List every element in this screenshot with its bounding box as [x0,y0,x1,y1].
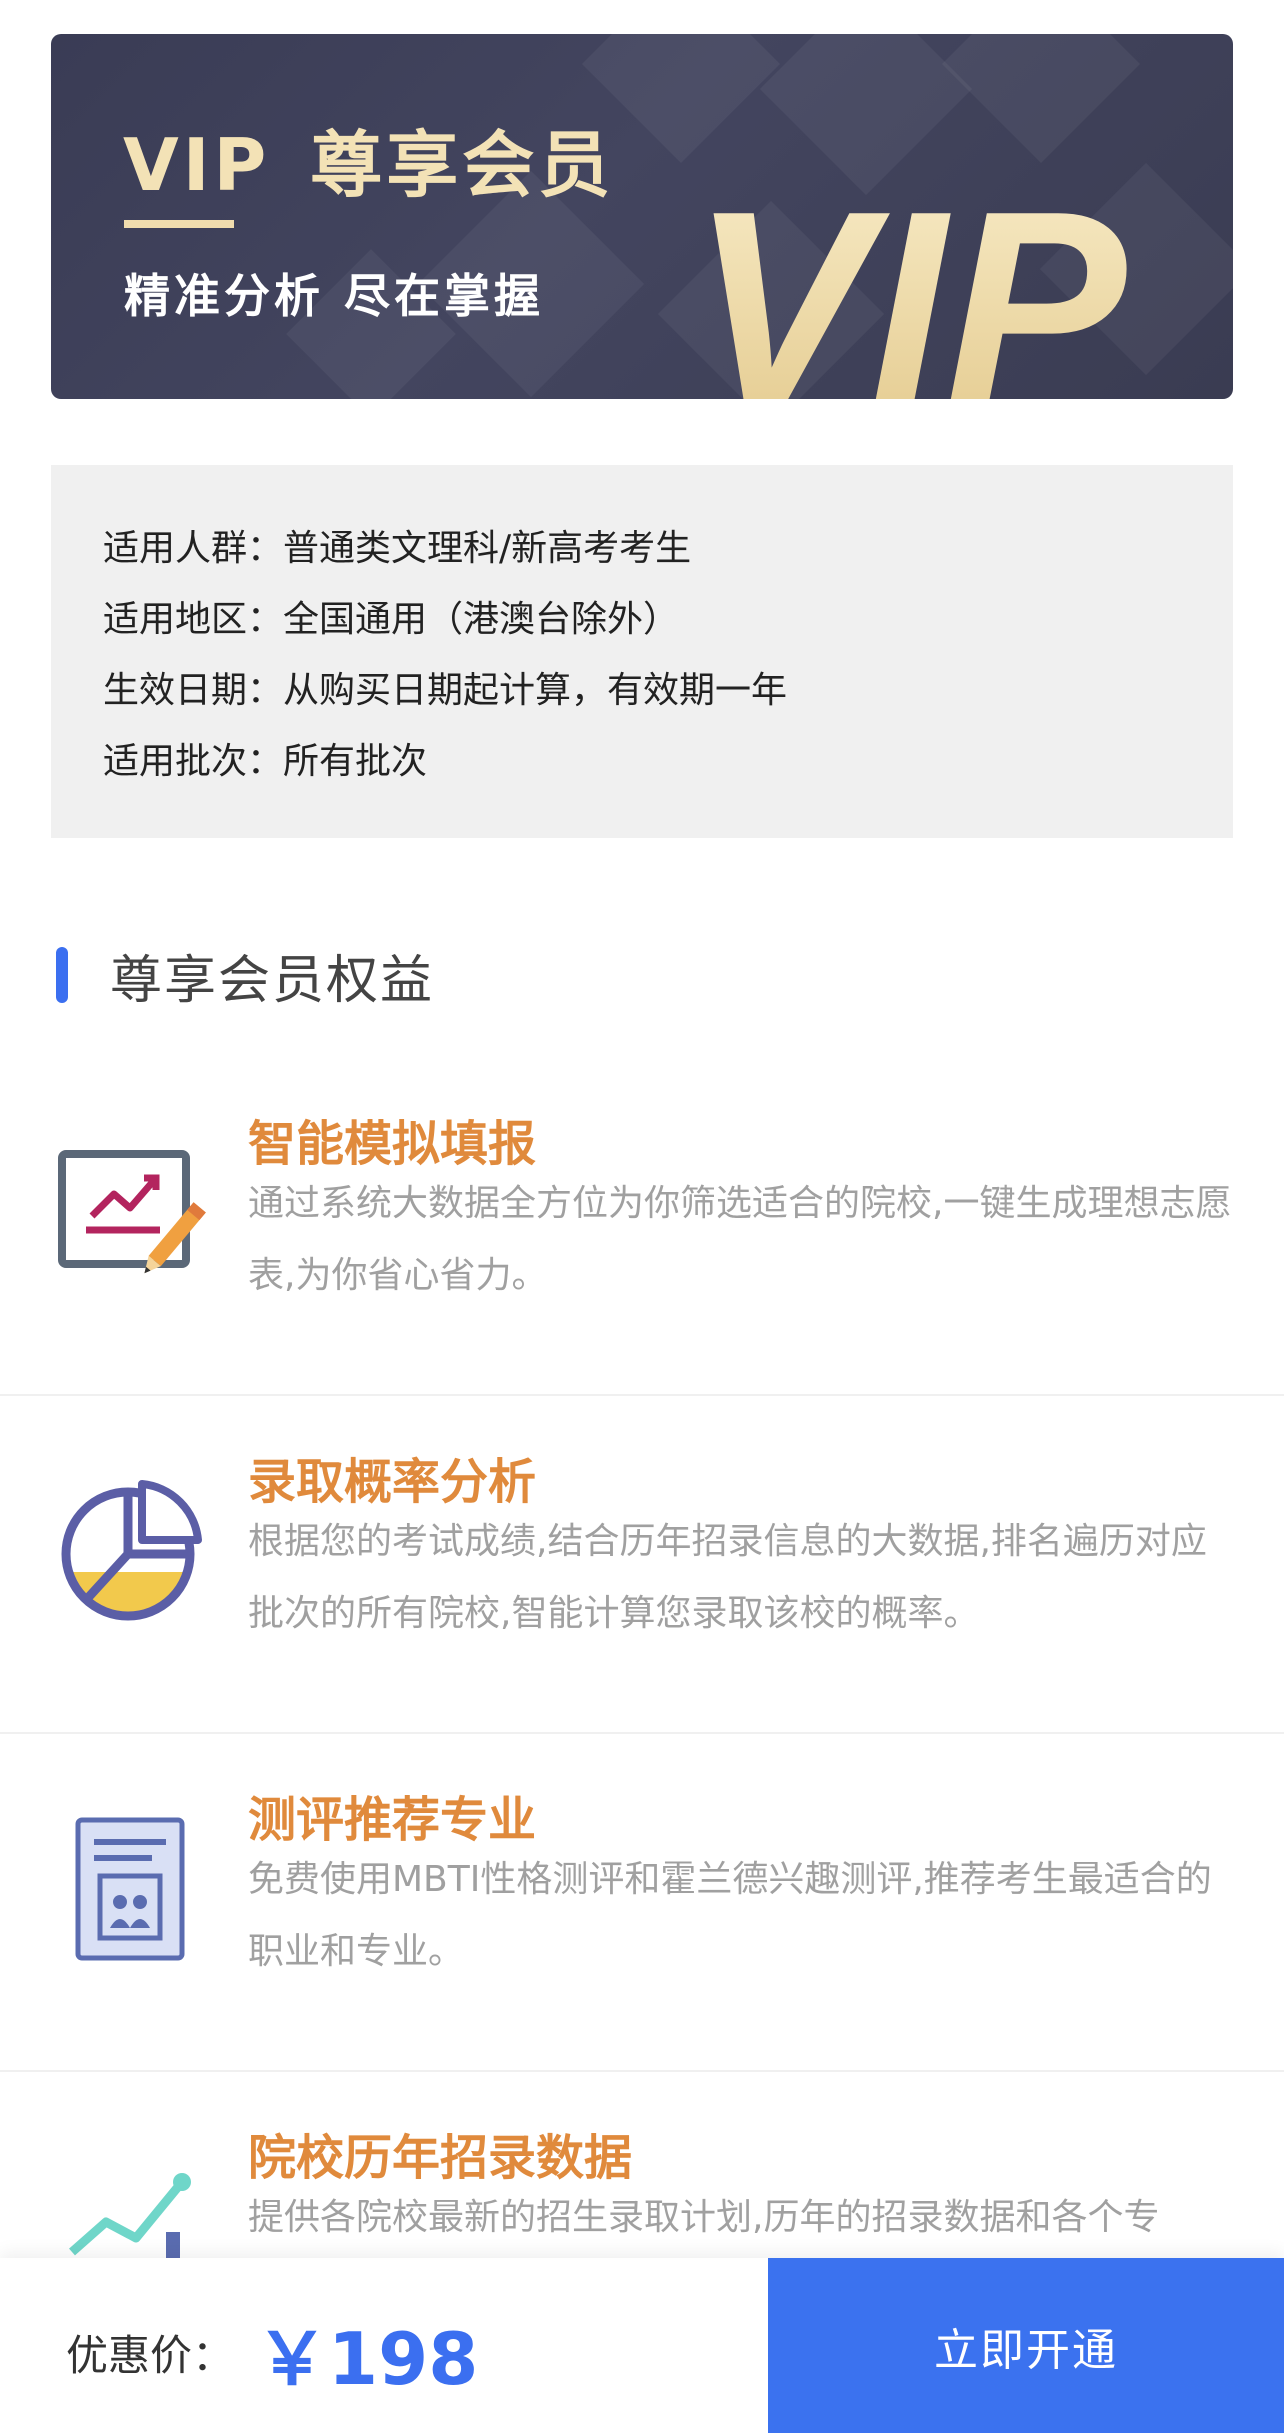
section-accent-bar [56,947,68,1003]
vip-banner: VIP 尊享会员 精准分析 尽在掌握 VIP [51,34,1233,399]
benefit-item-assessment[interactable]: 测评推荐专业 免费使用MBTI性格测评和霍兰德兴趣测评,推荐考生最适合的职业和专… [0,1734,1284,2072]
benefit-title: 测评推荐专业 [248,1792,537,1848]
benefit-desc: 免费使用MBTI性格测评和霍兰德兴趣测评,推荐考生最适合的职业和专业。 [248,1859,1212,1972]
info-row-batch: 适用批次：所有批次 [103,741,428,782]
benefit-desc: 根据您的考试成绩,结合历年招录信息的大数据,排名遍历对应批次的所有院校,智能计算… [248,1521,1207,1634]
info-row-audience: 适用人群：普通类文理科/新高考考生 [103,528,692,569]
purchase-bar: 优惠价： ￥198 立即开通 [0,2258,1284,2433]
benefit-title: 智能模拟填报 [248,1116,537,1172]
price-value: ￥198 [256,2317,479,2401]
price-label: 优惠价： [66,2331,235,2380]
banner-title-main: 尊享会员 [310,123,615,207]
banner-title-vip: VIP [123,123,271,207]
banner-title: VIP 尊享会员 [123,106,614,211]
banner-subtitle: 精准分析 尽在掌握 [124,269,545,323]
benefit-title: 院校历年招录数据 [248,2130,633,2186]
banner-vip-logo: VIP [691,179,1128,399]
info-row-date: 生效日期：从购买日期起计算，有效期一年 [103,670,788,711]
info-row-region: 适用地区：全国通用（港澳台除外） [103,599,680,640]
benefit-title: 录取概率分析 [248,1454,537,1510]
banner-divider [124,220,234,228]
pie-chart-icon [56,1476,206,1626]
benefit-item-probability[interactable]: 录取概率分析 根据您的考试成绩,结合历年招录信息的大数据,排名遍历对应批次的所有… [0,1396,1284,1734]
section-title: 尊享会员权益 [110,950,435,1011]
section-header: 尊享会员权益 [56,940,435,1011]
profile-document-icon [56,1814,206,1964]
benefit-desc: 提供各院校最新的招生录取计划,历年的招录数据和各个专 [248,2197,1160,2238]
open-membership-button[interactable]: 立即开通 [768,2258,1284,2433]
benefit-item-simulate[interactable]: 智能模拟填报 通过系统大数据全方位为你筛选适合的院校,一键生成理想志愿表,为你省… [0,1058,1284,1396]
benefit-desc: 通过系统大数据全方位为你筛选适合的院校,一键生成理想志愿表,为你省心省力。 [248,1183,1232,1296]
banner-big-text: VIP [691,179,1128,399]
chart-edit-icon [56,1138,206,1288]
info-box: 适用人群：普通类文理科/新高考考生 适用地区：全国通用（港澳台除外） 生效日期：… [51,465,1233,838]
